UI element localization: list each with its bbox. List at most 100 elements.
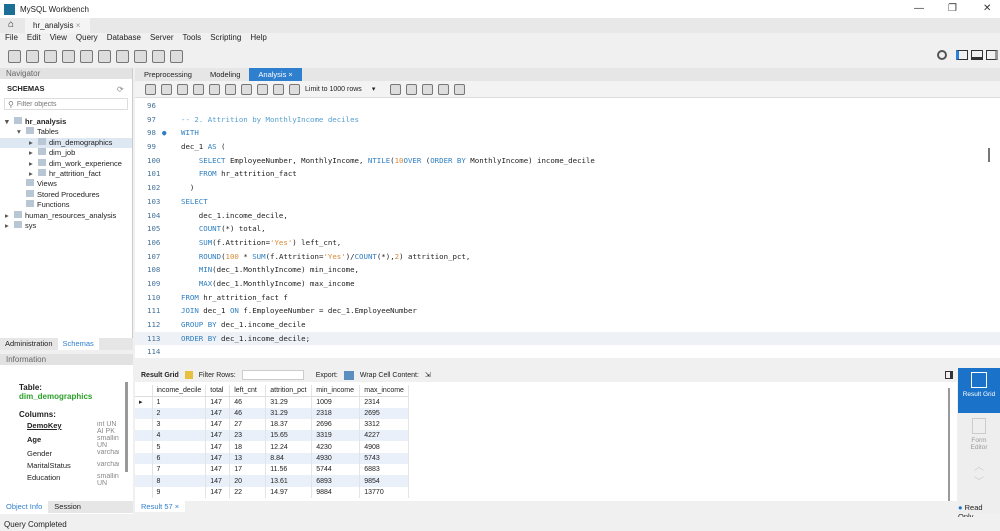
- close-tab-icon[interactable]: ×: [76, 21, 81, 30]
- tab-result-57[interactable]: Result 57 ×: [135, 501, 186, 512]
- code-line[interactable]: 114: [135, 345, 1000, 359]
- table-row[interactable]: 7 147 17 11.56 5744 6883: [135, 464, 409, 476]
- code-line[interactable]: 96: [135, 99, 1000, 113]
- tree-item[interactable]: Stored Procedures: [0, 189, 132, 200]
- toggle-panel-icon[interactable]: [945, 371, 953, 379]
- save-icon[interactable]: [161, 83, 172, 95]
- column-header[interactable]: min_income: [311, 385, 361, 397]
- table-cell[interactable]: 27: [229, 418, 267, 431]
- reconnect-icon[interactable]: [170, 49, 183, 63]
- menu-view[interactable]: View: [50, 33, 67, 45]
- new-sql-tab-icon[interactable]: [8, 49, 21, 63]
- table-cell[interactable]: 13: [229, 452, 267, 465]
- execute-icon[interactable]: [177, 83, 188, 95]
- code-line[interactable]: 109 MAX(dec_1.MonthlyIncome) max_income: [135, 277, 1000, 291]
- schema-inspector-icon[interactable]: [44, 49, 57, 63]
- autocommit-icon[interactable]: [289, 83, 300, 95]
- menu-query[interactable]: Query: [76, 33, 98, 45]
- code-line[interactable]: 105 COUNT(*) total,: [135, 222, 1000, 236]
- toggle-output-icon[interactable]: [971, 50, 983, 60]
- code-line[interactable]: 102 ): [135, 181, 1000, 195]
- create-schema-icon[interactable]: [62, 49, 75, 63]
- result-scrollbar[interactable]: [948, 388, 950, 503]
- row-indicator[interactable]: [135, 441, 153, 453]
- minimize-button[interactable]: —: [914, 3, 924, 14]
- filter-rows-input[interactable]: [241, 370, 304, 380]
- table-cell[interactable]: 2: [152, 407, 207, 419]
- export-icon[interactable]: [343, 370, 354, 380]
- table-cell[interactable]: 6: [152, 452, 207, 465]
- table-cell[interactable]: 13770: [359, 486, 409, 498]
- expand-arrow-icon[interactable]: ▸: [5, 221, 14, 231]
- tab-analysis[interactable]: Analysis ×: [249, 68, 302, 81]
- tab-object-info[interactable]: Object Info: [0, 501, 49, 513]
- table-cell[interactable]: 18.37: [265, 418, 313, 431]
- table-cell[interactable]: 147: [205, 407, 231, 419]
- table-cell[interactable]: 9884: [311, 486, 361, 498]
- explain-icon[interactable]: [209, 83, 220, 95]
- table-cell[interactable]: 15.65: [265, 430, 313, 442]
- rollback-icon[interactable]: [273, 83, 284, 95]
- maximize-button[interactable]: ❐: [948, 3, 957, 14]
- table-cell[interactable]: 7: [152, 464, 207, 476]
- table-cell[interactable]: 14.97: [265, 486, 313, 498]
- wrap-icon[interactable]: ⇲: [425, 371, 431, 379]
- grid-icon[interactable]: [184, 371, 193, 379]
- refresh-icon[interactable]: ⟳: [117, 85, 124, 94]
- close-tab-icon[interactable]: ×: [288, 70, 292, 79]
- tree-item[interactable]: ▸ sys: [0, 220, 132, 231]
- result-grid-button[interactable]: Result Grid: [958, 368, 1000, 413]
- row-indicator[interactable]: ▸: [135, 396, 153, 408]
- menu-edit[interactable]: Edit: [27, 33, 41, 45]
- code-line[interactable]: 103 SELECT: [135, 195, 1000, 209]
- table-cell[interactable]: 2314: [359, 396, 409, 408]
- table-cell[interactable]: 31.29: [265, 396, 313, 408]
- info-scrollbar[interactable]: [125, 382, 128, 472]
- expand-arrow-icon[interactable]: ▸: [29, 169, 38, 179]
- execute-current-icon[interactable]: [193, 83, 204, 95]
- table-row[interactable]: 9 147 22 14.97 9884 13770: [135, 486, 409, 498]
- table-cell[interactable]: 17: [229, 464, 267, 476]
- commit-icon[interactable]: [257, 83, 268, 95]
- table-row[interactable]: 8 147 20 13.61 6893 9854: [135, 475, 409, 487]
- code-line[interactable]: 111 JOIN dec_1 ON f.EmployeeNumber = dec_…: [135, 304, 1000, 318]
- row-indicator[interactable]: [135, 418, 153, 431]
- code-line[interactable]: 108 MIN(dec_1.MonthlyIncome) min_income,: [135, 263, 1000, 277]
- wrap-lines-icon[interactable]: [454, 83, 465, 95]
- expand-arrow-icon[interactable]: ▸: [29, 148, 38, 158]
- create-function-icon[interactable]: [134, 49, 147, 63]
- table-cell[interactable]: 6883: [359, 464, 409, 476]
- tree-item[interactable]: Functions: [0, 200, 132, 210]
- expand-arrow-icon[interactable]: ▾: [17, 127, 26, 137]
- close-button[interactable]: ✕: [983, 3, 991, 14]
- code-line[interactable]: 112 GROUP BY dec_1.income_decile: [135, 318, 1000, 332]
- menu-file[interactable]: File: [5, 33, 18, 45]
- table-cell[interactable]: 46: [229, 407, 267, 419]
- tree-item[interactable]: ▾ hr_analysis: [0, 117, 132, 127]
- table-cell[interactable]: 12.24: [265, 441, 313, 453]
- table-cell[interactable]: 2695: [359, 407, 409, 419]
- table-cell[interactable]: 8.84: [265, 452, 313, 465]
- tree-item[interactable]: ▸ human_resources_analysis: [0, 210, 132, 221]
- editor-scrollbar[interactable]: [988, 148, 990, 162]
- menu-tools[interactable]: Tools: [183, 33, 202, 45]
- table-cell[interactable]: 4930: [311, 452, 361, 465]
- open-sql-script-icon[interactable]: [26, 49, 39, 63]
- code-line[interactable]: 104 dec_1.income_decile,: [135, 209, 1000, 223]
- column-header[interactable]: max_income: [359, 385, 409, 397]
- find-icon[interactable]: [422, 83, 433, 95]
- table-cell[interactable]: 9: [152, 486, 207, 498]
- table-cell[interactable]: 5: [152, 441, 207, 453]
- tab-session[interactable]: Session: [48, 501, 87, 513]
- home-icon[interactable]: ⌂: [8, 19, 14, 30]
- code-line[interactable]: 100 SELECT EmployeeNumber, MonthlyIncome…: [135, 154, 1000, 168]
- limit-rows-select[interactable]: Limit to 1000 rows ▾: [305, 85, 385, 93]
- code-line[interactable]: 99 dec_1 AS (: [135, 140, 1000, 154]
- table-cell[interactable]: 20: [229, 475, 267, 487]
- code-line[interactable]: 107 ROUND(100 * SUM(f.Attrition='Yes')/C…: [135, 250, 1000, 264]
- search-table-data-icon[interactable]: [152, 49, 165, 63]
- menu-help[interactable]: Help: [250, 33, 266, 45]
- table-row[interactable]: ▸ 1 147 46 31.29 1009 2314: [135, 396, 409, 408]
- toggle-error-icon[interactable]: [241, 83, 252, 95]
- code-line[interactable]: 106 SUM(f.Attrition='Yes') left_cnt,: [135, 236, 1000, 250]
